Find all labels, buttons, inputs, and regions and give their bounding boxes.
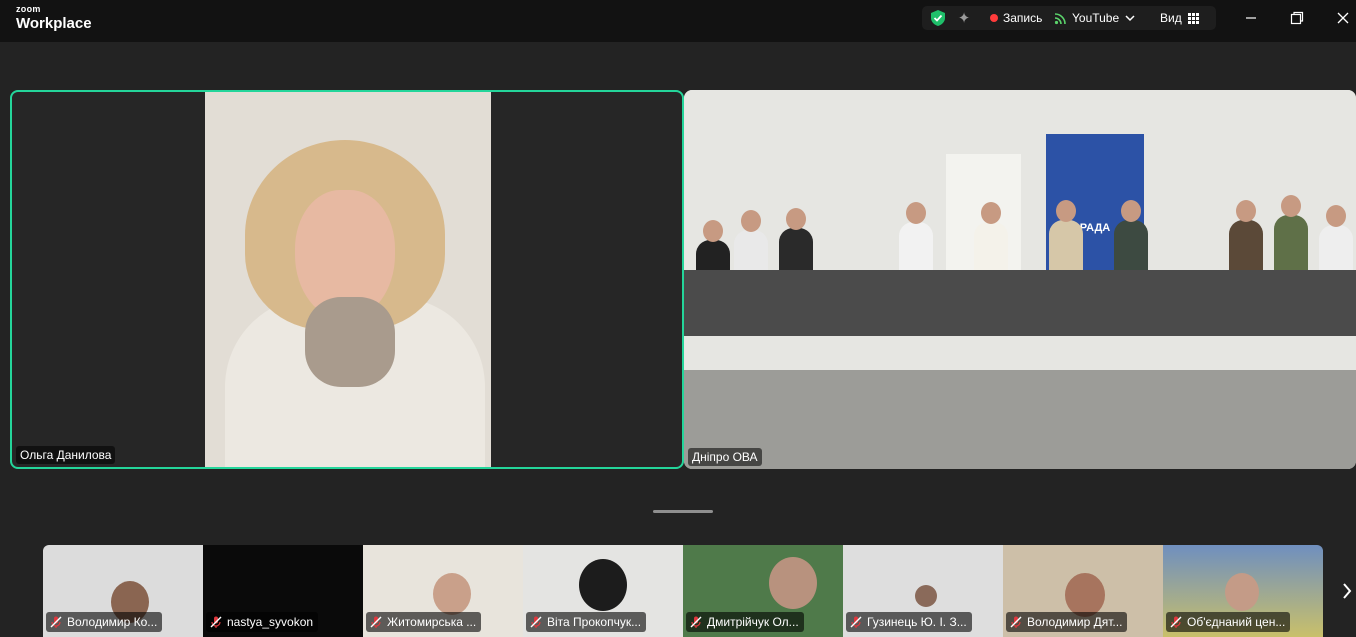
video-tile-active-speaker[interactable]: Ольга Данилова <box>10 90 684 469</box>
mic-muted-icon <box>530 616 542 628</box>
record-dot-icon <box>990 14 998 22</box>
minimize-button[interactable] <box>1228 0 1274 36</box>
close-icon <box>1337 12 1349 24</box>
chevron-down-icon <box>1125 15 1135 22</box>
thumbnail-tile[interactable]: Віта Прокопчук... <box>523 545 683 637</box>
mic-muted-icon <box>850 616 862 628</box>
participant-name-label: Ольга Данилова <box>16 446 116 464</box>
recording-indicator[interactable]: Запись <box>990 6 1042 30</box>
grid-view-icon <box>1187 12 1199 24</box>
mic-muted-icon <box>50 616 62 628</box>
view-label: Вид <box>1160 11 1182 25</box>
thumbnail-tile[interactable]: Володимир Дят... <box>1003 545 1163 637</box>
record-label: Запись <box>1003 11 1043 25</box>
thumbnail-label: Віта Прокопчук... <box>526 612 647 632</box>
zoom-workplace-logo: zoom Workplace <box>16 4 92 32</box>
video-tile-room[interactable]: РАДА Дніпро ОВА <box>684 90 1356 469</box>
thumbnail-label: Володимир Ко... <box>46 612 163 632</box>
restore-icon <box>1290 11 1304 25</box>
thumbnail-label: Дмитрійчук Ол... <box>686 612 804 632</box>
thumbnail-name: Володимир Ко... <box>67 615 158 629</box>
minimize-icon <box>1246 17 1256 19</box>
thumbnail-label: Житомирська ... <box>366 612 482 632</box>
logo-workplace-text: Workplace <box>16 15 92 32</box>
ai-companion-sparkle-icon[interactable]: ✦ <box>954 6 974 30</box>
next-page-button[interactable] <box>1338 576 1356 606</box>
security-shield-icon[interactable] <box>928 6 948 30</box>
thumbnail-label: Об'єднаний цен... <box>1166 612 1291 632</box>
mic-muted-icon <box>1170 616 1182 628</box>
thumbnail-tile[interactable]: Житомирська ... <box>363 545 523 637</box>
thumbnail-tile[interactable]: Об'єднаний цен... <box>1163 545 1323 637</box>
mic-muted-icon <box>1010 616 1022 628</box>
broadcast-icon <box>1054 12 1066 24</box>
thumbnail-tile[interactable]: Гузинець Ю. І. З... <box>843 545 1003 637</box>
thumbnail-name: Гузинець Ю. І. З... <box>867 615 967 629</box>
close-button[interactable] <box>1320 0 1356 36</box>
mic-muted-icon <box>210 616 222 628</box>
conference-table <box>684 270 1356 336</box>
thumbnail-label: nastya_syvokon <box>206 612 319 632</box>
participant-name-label: Дніпро ОВА <box>688 448 762 466</box>
thumbnail-tile[interactable]: nastya_syvokon <box>203 545 363 637</box>
thumbnail-tile[interactable]: Володимир Ко... <box>43 545 203 637</box>
thumbnail-name: Дмитрійчук Ол... <box>707 615 799 629</box>
view-button[interactable]: Вид <box>1160 6 1199 30</box>
thumbnail-name: Володимир Дят... <box>1027 615 1123 629</box>
thumbnail-name: Віта Прокопчук... <box>547 615 642 629</box>
chevron-right-icon <box>1343 583 1352 599</box>
mic-muted-icon <box>370 616 382 628</box>
live-stream-button[interactable]: YouTube <box>1054 6 1142 30</box>
thumbnail-name: Житомирська ... <box>387 615 477 629</box>
thumbnail-name: Об'єднаний цен... <box>1187 615 1286 629</box>
participant-video <box>205 92 491 467</box>
mic-muted-icon <box>690 616 702 628</box>
thumbnail-tile[interactable]: Дмитрійчук Ол... <box>683 545 843 637</box>
resize-handle[interactable] <box>653 510 713 513</box>
thumbnail-label: Володимир Дят... <box>1006 612 1128 632</box>
title-bar: zoom Workplace ✦ Запись YouTube Вид <box>0 0 1356 42</box>
stream-label: YouTube <box>1072 11 1120 25</box>
thumbnail-label: Гузинець Ю. І. З... <box>846 612 972 632</box>
logo-zoom-text: zoom <box>16 4 41 14</box>
meeting-status-group: ✦ Запись YouTube Вид <box>922 6 1216 30</box>
thumbnail-name: nastya_syvokon <box>227 615 314 629</box>
participant-thumbnail-strip: Володимир Ко... nastya_syvokon Житомирсь… <box>43 545 1323 637</box>
maximize-button[interactable] <box>1274 0 1320 36</box>
